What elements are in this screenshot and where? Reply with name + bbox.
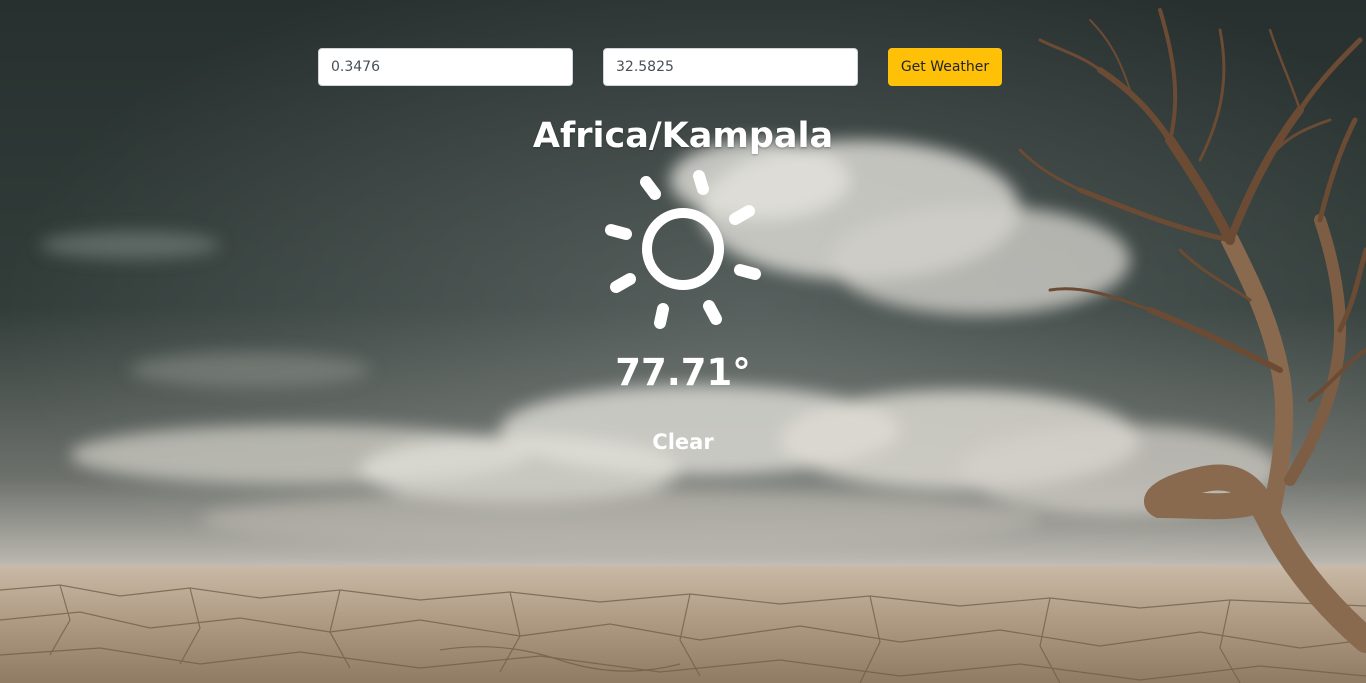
latitude-input[interactable] xyxy=(318,48,573,86)
get-weather-button[interactable]: Get Weather xyxy=(888,48,1002,86)
weather-summary: Clear xyxy=(652,430,714,454)
weather-app: Get Weather Africa/Kampala 77.71° Clear xyxy=(0,0,1366,683)
temperature-value: 77.71° xyxy=(615,351,751,394)
longitude-input[interactable] xyxy=(603,48,858,86)
clear-day-sun-icon xyxy=(605,170,761,329)
timezone-title: Africa/Kampala xyxy=(532,116,834,156)
